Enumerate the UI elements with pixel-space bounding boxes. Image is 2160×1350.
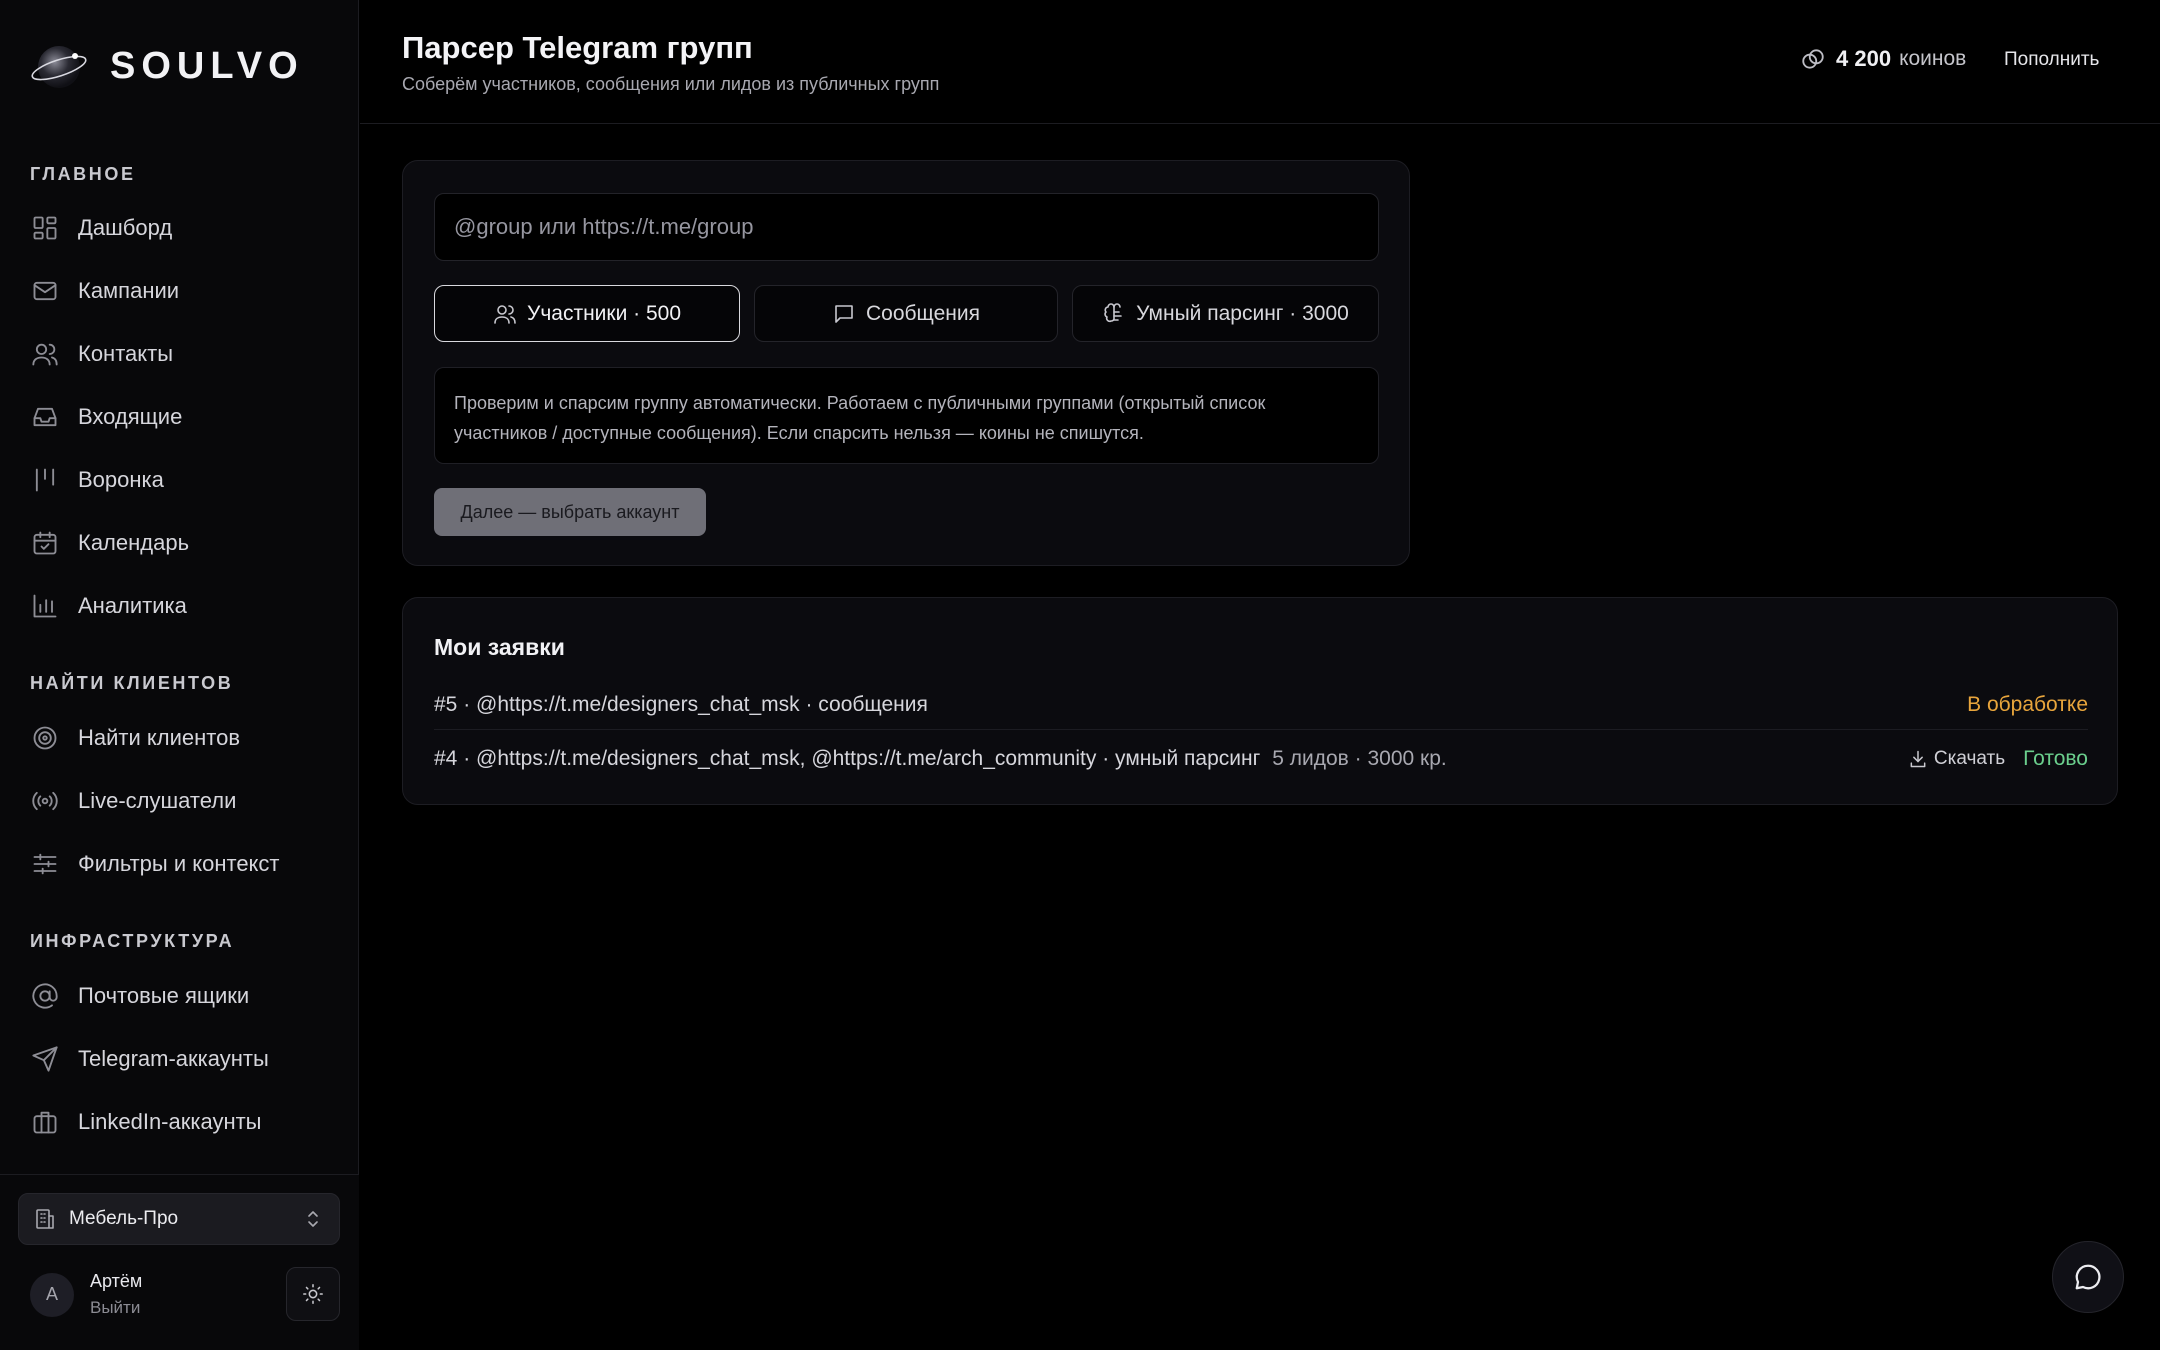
chart-icon — [30, 591, 60, 621]
sidebar-item-dashboard[interactable]: Дашборд — [30, 206, 172, 250]
page-subtitle: Соберём участников, сообщения или лидов … — [402, 74, 940, 94]
funnel-icon — [30, 465, 60, 495]
dashboard-icon — [30, 213, 60, 243]
mode-label: Участники · 500 — [526, 301, 682, 325]
logout-link[interactable]: Выйти — [90, 1298, 142, 1318]
chat-bubble-icon — [2075, 1264, 2101, 1290]
sidebar-item-calendar[interactable]: Календарь — [30, 521, 189, 565]
status-badge: В обработке — [1967, 692, 2088, 716]
sidebar-item-filters[interactable]: Фильтры и контекст — [30, 842, 280, 886]
brand[interactable]: SOULVO — [30, 36, 304, 96]
requests-card: Мои заявки #5 · @https://t.me/designers_… — [402, 597, 2118, 805]
group-input[interactable] — [434, 193, 1379, 261]
sidebar-item-label: Аналитика — [78, 593, 187, 618]
requests-title: Мои заявки — [434, 634, 565, 660]
inbox-icon — [30, 402, 60, 432]
request-row[interactable]: #5 · @https://t.me/designers_chat_msk · … — [434, 680, 2088, 730]
mode-smart-parsing-button[interactable]: Умный парсинг · 3000 — [1072, 285, 1379, 342]
request-text: #4 · @https://t.me/designers_chat_msk, @… — [434, 747, 1261, 770]
sidebar-footer: Мебель-Про А Артём Выйти — [0, 1174, 359, 1350]
brain-icon — [1104, 302, 1122, 322]
broadcast-icon — [30, 786, 60, 816]
sidebar-item-label: Найти клиентов — [78, 725, 241, 750]
chat-support-button[interactable] — [2052, 1241, 2124, 1313]
planet-logo-icon — [30, 37, 88, 95]
message-icon — [835, 304, 853, 323]
nav-section-infrastructure: ИНФРАСТРУКТУРА — [30, 931, 235, 951]
sidebar-item-find-clients[interactable]: Найти клиентов — [30, 716, 240, 760]
download-label: Скачать — [1933, 748, 2006, 769]
coins-icon — [1802, 49, 1824, 69]
send-icon — [30, 1044, 60, 1074]
request-text: #5 · @https://t.me/designers_chat_msk · … — [434, 692, 928, 716]
sidebar-item-analytics[interactable]: Аналитика — [30, 584, 187, 628]
page-header: Парсер Telegram групп Соберём участников… — [360, 0, 2160, 124]
sidebar-item-label: Календарь — [78, 530, 190, 555]
sidebar-item-live-listeners[interactable]: Live-слушатели — [30, 779, 236, 823]
sidebar-item-campaigns[interactable]: Кампании — [30, 269, 179, 313]
sidebar-item-label: Воронка — [78, 467, 164, 492]
chevron-up-down-icon — [308, 1211, 318, 1227]
sidebar-item-label: Контакты — [78, 341, 174, 366]
coins-balance: 4 200 коинов — [1800, 46, 1966, 72]
sidebar-item-label: Входящие — [78, 404, 183, 429]
parser-info-text: Проверим и спарсим группу автоматически.… — [434, 367, 1379, 464]
users-icon — [494, 304, 516, 324]
mode-label: Умный парсинг · 3000 — [1136, 301, 1349, 325]
sidebar-item-label: Дашборд — [78, 215, 173, 240]
theme-toggle-button[interactable] — [286, 1267, 340, 1321]
briefcase-icon — [30, 1107, 60, 1137]
sidebar-item-label: Live-слушатели — [78, 788, 237, 813]
building-icon — [36, 1209, 54, 1229]
users-icon — [30, 339, 60, 369]
sidebar-item-label: Кампании — [78, 278, 180, 303]
at-icon — [30, 981, 60, 1011]
sidebar-item-label: LinkedIn-аккаунты — [78, 1109, 262, 1134]
sidebar-item-linkedin-accounts[interactable]: LinkedIn-аккаунты — [30, 1100, 262, 1144]
page-title: Парсер Telegram групп — [402, 30, 753, 65]
topup-button[interactable]: Пополнить — [2004, 49, 2099, 71]
coins-unit: коинов — [1899, 47, 1967, 70]
workspace-switcher[interactable]: Мебель-Про — [18, 1193, 340, 1245]
request-meta: 5 лидов · 3000 кр. — [1272, 747, 1447, 770]
mode-label: Сообщения — [866, 301, 980, 325]
user-name: Артём — [90, 1271, 143, 1291]
sidebar-item-telegram-accounts[interactable]: Telegram-аккаунты — [30, 1037, 269, 1081]
nav-section-find-clients: НАЙТИ КЛИЕНТОВ — [30, 673, 234, 693]
workspace-name: Мебель-Про — [69, 1208, 179, 1229]
coins-value: 4 200 — [1836, 46, 1892, 71]
sidebar: SOULVO ГЛАВНОЕ Дашборд Кампании Контакты… — [0, 0, 359, 1350]
request-row[interactable]: #4 · @https://t.me/designers_chat_msk, @… — [434, 734, 2088, 784]
parser-card: Участники · 500 Сообщения Умный парсинг … — [402, 160, 1410, 566]
mode-members-button[interactable]: Участники · 500 — [434, 285, 740, 342]
next-select-account-button[interactable]: Далее — выбрать аккаунт — [434, 488, 706, 536]
sliders-icon — [30, 849, 60, 879]
sidebar-item-funnel[interactable]: Воронка — [30, 458, 164, 502]
target-icon — [30, 723, 60, 753]
sidebar-item-inbox[interactable]: Входящие — [30, 395, 182, 439]
sidebar-item-label: Фильтры и контекст — [78, 851, 280, 876]
user-profile: А Артём Выйти — [30, 1271, 142, 1318]
brand-name: SOULVO — [110, 44, 304, 87]
sidebar-item-label: Почтовые ящики — [78, 983, 250, 1008]
sidebar-item-mailboxes[interactable]: Почтовые ящики — [30, 974, 249, 1018]
mail-icon — [30, 276, 60, 306]
download-button[interactable]: Скачать — [1908, 748, 2005, 770]
status-badge: Готово — [2023, 747, 2088, 770]
nav-section-main: ГЛАВНОЕ — [30, 164, 136, 184]
calendar-icon — [30, 528, 60, 558]
sidebar-item-contacts[interactable]: Контакты — [30, 332, 173, 376]
mode-messages-button[interactable]: Сообщения — [754, 285, 1058, 342]
avatar[interactable]: А — [30, 1272, 74, 1317]
sun-icon — [303, 1284, 323, 1304]
download-icon — [1910, 750, 1926, 768]
sidebar-item-label: Telegram-аккаунты — [78, 1046, 269, 1071]
